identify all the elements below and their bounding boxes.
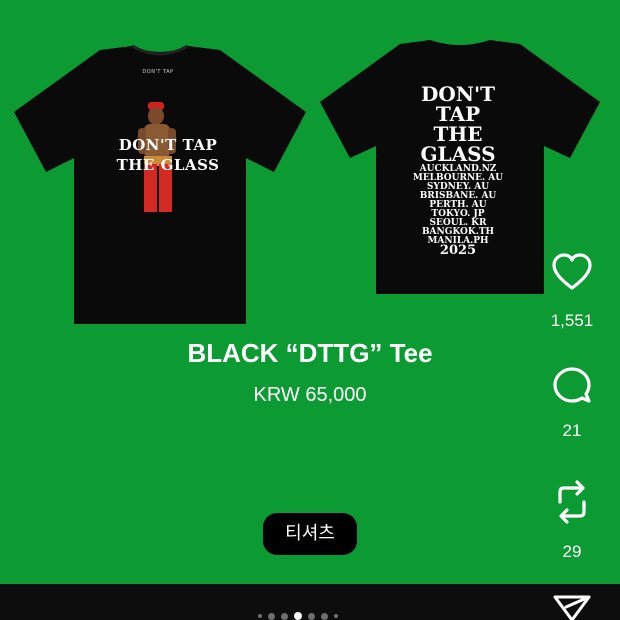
comment-count: 21 — [562, 421, 582, 440]
product-title: BLACK “DTTG” Tee — [187, 338, 433, 368]
repost-count: 29 — [562, 542, 582, 561]
front-print-line2: THE GLASS — [116, 156, 220, 174]
carousel-dot — [268, 612, 275, 620]
back-headline-2: TAP — [435, 102, 481, 126]
back-headline-1: DON'T — [420, 82, 496, 106]
carousel-dot — [308, 612, 315, 620]
back-headline-3: THE — [433, 122, 483, 146]
carousel-dot-active — [294, 612, 302, 620]
post-view: DON'T TAP DON'T TAP THE GLASS DON'T TAP … — [0, 0, 620, 620]
repost-icon[interactable] — [550, 478, 594, 524]
carousel-dot — [258, 614, 262, 618]
category-chip[interactable]: 티셔츠 — [263, 513, 357, 555]
heart-icon[interactable] — [550, 251, 594, 295]
comment-icon[interactable] — [550, 364, 594, 408]
carousel-dot — [281, 612, 288, 620]
share-icon[interactable] — [550, 594, 594, 620]
carousel-indicator — [258, 611, 338, 620]
brand-tag: DON'T TAP — [142, 69, 174, 75]
carousel-dot — [321, 612, 328, 620]
carousel-dot — [334, 614, 338, 618]
front-print-line1: DON'T TAP — [118, 136, 218, 154]
product-price: KRW 65,000 — [253, 384, 367, 406]
back-headline-4: GLASS — [420, 142, 496, 166]
like-count: 1,551 — [550, 311, 594, 330]
back-year: 2025 — [439, 243, 477, 258]
